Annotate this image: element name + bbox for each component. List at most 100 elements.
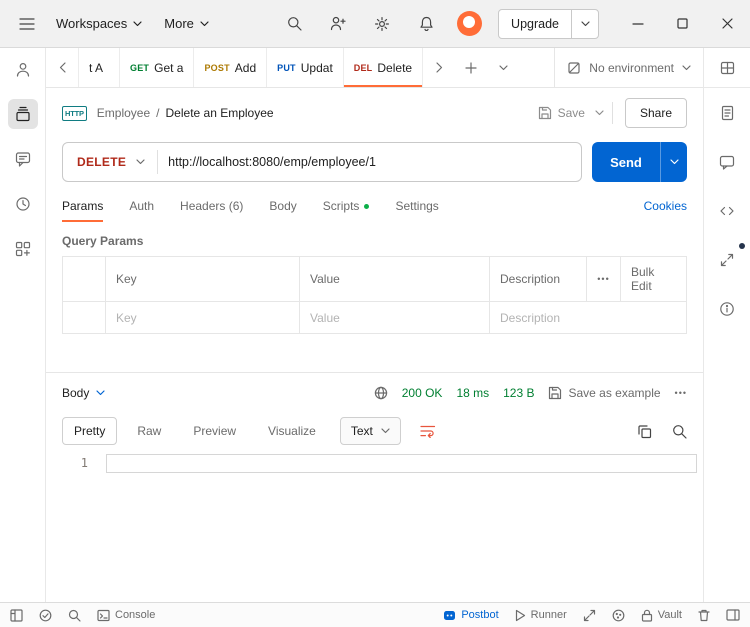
send-button[interactable]: Send — [592, 142, 687, 182]
tabs-forward-icon[interactable] — [423, 48, 455, 87]
capture-requests-icon[interactable] — [583, 609, 596, 622]
tab-headers[interactable]: Headers (6) — [180, 190, 243, 222]
response-time[interactable]: 18 ms — [456, 386, 489, 400]
close-button[interactable] — [705, 0, 750, 48]
hamburger-menu-icon[interactable] — [12, 9, 42, 39]
settings-gear-icon[interactable] — [367, 9, 397, 39]
collections-icon[interactable] — [7, 99, 38, 129]
statusbar: Console Postbot Runner Vault — [0, 602, 750, 627]
request-tabstrip: t A GET Get a POST Add PUT Updat DEL Del… — [46, 48, 703, 88]
documentation-icon[interactable] — [712, 98, 742, 128]
tab-put-request[interactable]: PUT Updat — [267, 48, 344, 87]
wrap-lines-icon[interactable] — [413, 417, 443, 445]
value-input[interactable] — [310, 310, 479, 325]
search-icon[interactable] — [279, 9, 309, 39]
postman-logo[interactable] — [457, 11, 483, 36]
tab-delete-request[interactable]: DEL Delete — [343, 48, 424, 87]
breadcrumb-request-name[interactable]: Delete an Employee — [166, 106, 274, 120]
tab-label: t A — [89, 60, 104, 75]
response-body-selector[interactable]: Body — [62, 386, 105, 400]
tab-label: Delete — [377, 60, 413, 75]
query-params-title: Query Params — [62, 234, 144, 248]
response-code-area[interactable] — [102, 450, 697, 598]
right-sidebar-rail — [703, 48, 750, 602]
environment-label: No environment — [589, 60, 674, 75]
tab-auth[interactable]: Auth — [129, 190, 154, 222]
notifications-bell-icon[interactable] — [411, 9, 441, 39]
url-input[interactable] — [168, 155, 581, 169]
info-icon[interactable] — [712, 294, 742, 324]
account-icon[interactable] — [8, 54, 38, 84]
response-options-icon[interactable]: ••• — [675, 388, 687, 398]
comments-icon[interactable] — [8, 144, 38, 174]
environment-selector[interactable]: No environment — [554, 48, 703, 87]
response-body-label: Body — [62, 386, 90, 400]
divider — [611, 102, 613, 124]
postbot-button[interactable]: Postbot — [443, 609, 499, 622]
vault-button[interactable]: Vault — [641, 609, 682, 622]
environment-quick-look-icon[interactable] — [712, 53, 742, 83]
history-icon[interactable] — [8, 189, 38, 219]
method-badge: DEL — [353, 62, 373, 73]
view-raw-button[interactable]: Raw — [125, 417, 173, 445]
network-globe-icon[interactable] — [374, 386, 388, 400]
console-icon — [97, 609, 110, 621]
workspaces-menu[interactable]: Workspaces — [56, 16, 142, 31]
trash-icon[interactable] — [698, 609, 710, 622]
view-pretty-button[interactable]: Pretty — [62, 417, 118, 445]
tab-scripts[interactable]: Scripts — [323, 190, 370, 222]
save-button[interactable]: Save — [538, 106, 585, 120]
tab-get-request[interactable]: GET Get a — [120, 48, 195, 87]
view-visualize-button[interactable]: Visualize — [256, 417, 328, 445]
runner-play-icon — [515, 609, 525, 621]
tab-body[interactable]: Body — [269, 190, 296, 222]
column-options-icon[interactable]: ••• — [586, 257, 620, 301]
format-selector[interactable]: Text — [339, 417, 401, 445]
status-badge[interactable]: 200 OK — [402, 386, 443, 400]
find-icon[interactable] — [68, 609, 81, 622]
tab-params[interactable]: Params — [62, 190, 104, 222]
search-response-icon[interactable] — [672, 424, 687, 439]
key-input[interactable] — [116, 310, 289, 325]
bulk-edit-button[interactable]: Bulk Edit — [620, 257, 686, 301]
save-as-example-button[interactable]: Save as example — [548, 386, 661, 400]
maximize-button[interactable] — [660, 0, 705, 48]
tabs-back-icon[interactable] — [46, 48, 78, 87]
code-snippet-icon[interactable] — [712, 196, 742, 226]
tab-post-request[interactable]: POST Add — [194, 48, 268, 87]
minimize-button[interactable] — [615, 0, 660, 48]
view-preview-button[interactable]: Preview — [181, 417, 248, 445]
split-pane-icon[interactable] — [726, 609, 740, 621]
cookies-icon[interactable] — [612, 609, 625, 622]
response-size[interactable]: 123 B — [503, 386, 534, 400]
workspace-modules-icon[interactable] — [8, 234, 38, 264]
cookies-link[interactable]: Cookies — [644, 199, 687, 213]
tab-options-chevron-icon[interactable] — [487, 48, 519, 87]
status-ok-icon[interactable] — [39, 609, 52, 622]
sidebar-toggle-icon[interactable] — [10, 608, 23, 622]
invite-user-icon[interactable] — [323, 9, 353, 39]
tab-settings[interactable]: Settings — [395, 190, 438, 222]
more-menu[interactable]: More — [164, 16, 209, 31]
new-tab-icon[interactable] — [455, 48, 487, 87]
request-info-expand-icon[interactable] — [712, 243, 745, 275]
breadcrumb-collection[interactable]: Employee — [97, 106, 150, 120]
share-button[interactable]: Share — [624, 98, 687, 128]
description-input[interactable] — [500, 310, 676, 325]
runner-button[interactable]: Runner — [515, 609, 567, 622]
chevron-down-icon — [200, 20, 209, 26]
upgrade-chevron-icon[interactable] — [572, 20, 598, 27]
save-options-chevron-icon[interactable] — [595, 110, 604, 116]
tab-partial[interactable]: t A — [78, 48, 120, 87]
notification-dot — [739, 243, 745, 249]
console-button[interactable]: Console — [97, 609, 155, 622]
upgrade-button[interactable]: Upgrade — [498, 8, 599, 39]
no-environment-icon — [568, 61, 580, 74]
copy-response-icon[interactable] — [637, 424, 652, 439]
send-options-chevron-icon[interactable] — [660, 142, 687, 182]
row-select-cell[interactable] — [63, 302, 105, 333]
method-selector[interactable]: DELETE — [63, 155, 157, 169]
query-params-table: Key Value Description ••• Bulk Edit — [62, 256, 687, 334]
comments-panel-icon[interactable] — [712, 147, 742, 177]
response-editor[interactable]: 1 — [46, 450, 697, 598]
